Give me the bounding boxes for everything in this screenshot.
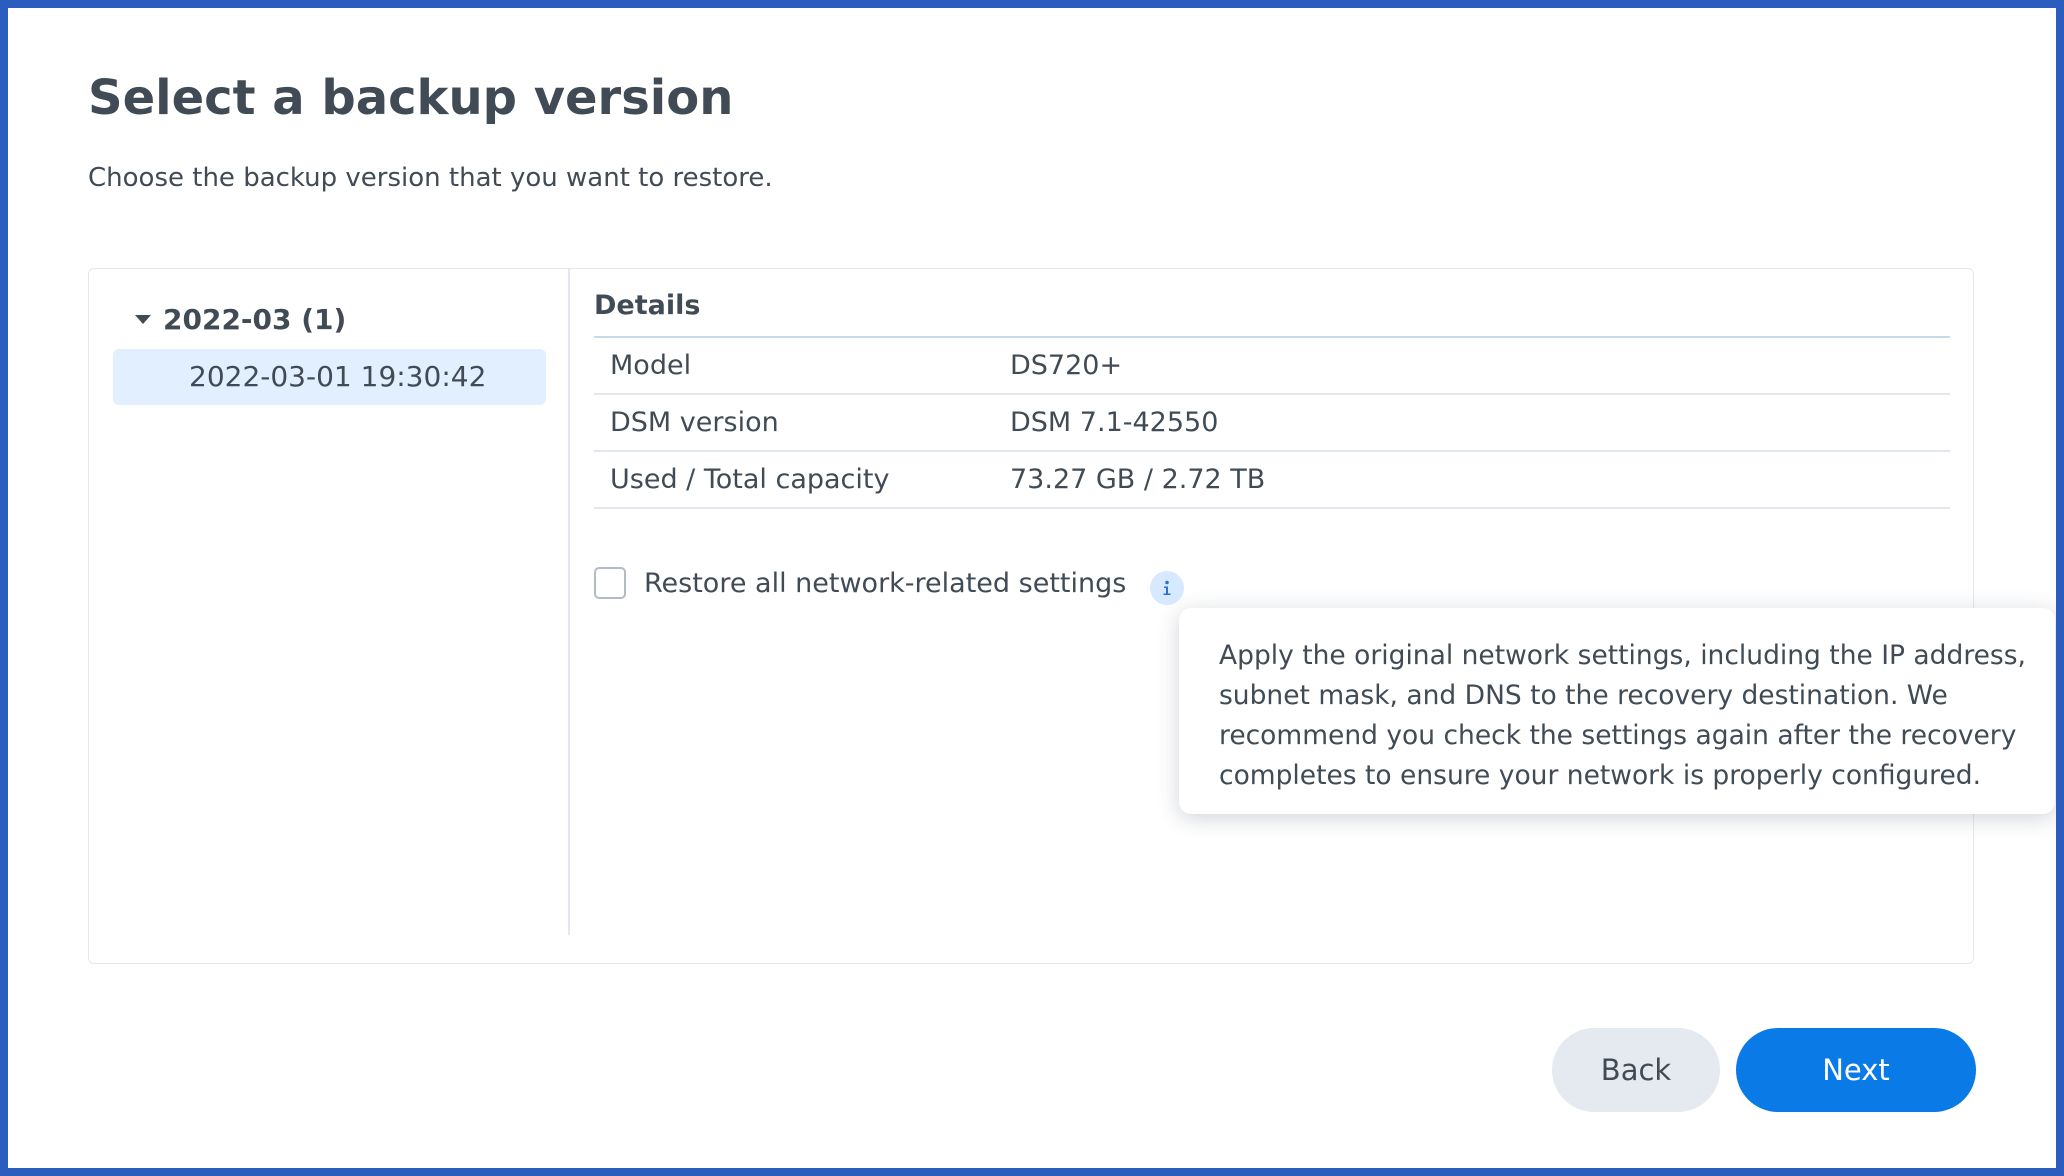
version-tree: 2022-03 (1) 2022-03-01 19:30:42 (89, 269, 570, 935)
restore-network-checkbox[interactable] (594, 567, 626, 599)
restore-network-option: Restore all network-related settings (594, 561, 1185, 605)
caret-down-icon[interactable] (135, 315, 151, 324)
details-table: Model DS720+ DSM version DSM 7.1-42550 U… (594, 336, 1950, 509)
info-glyph (1163, 580, 1171, 595)
next-button[interactable]: Next (1736, 1028, 1976, 1112)
details-header: Details (594, 290, 701, 321)
wizard-window: Select a backup version Choose the backu… (8, 8, 2056, 1168)
info-tooltip: Apply the original network settings, inc… (1179, 608, 2055, 814)
page-title: Select a backup version (88, 70, 734, 126)
tree-item-version[interactable]: 2022-03-01 19:30:42 (113, 349, 546, 405)
info-icon[interactable] (1150, 571, 1185, 605)
details-row-dsm-version: DSM version DSM 7.1-42550 (594, 395, 1950, 452)
details-key: Used / Total capacity (610, 464, 890, 495)
tree-group-2022-03[interactable]: 2022-03 (1) (135, 303, 346, 336)
details-value: DSM 7.1-42550 (1010, 407, 1219, 438)
tree-group-label: 2022-03 (1) (163, 303, 347, 336)
page-subtitle: Choose the backup version that you want … (88, 163, 773, 193)
details-row-capacity: Used / Total capacity 73.27 GB / 2.72 TB (594, 452, 1950, 509)
details-value: 73.27 GB / 2.72 TB (1010, 464, 1266, 495)
restore-network-label[interactable]: Restore all network-related settings (644, 568, 1126, 599)
details-key: DSM version (610, 407, 779, 438)
details-key: Model (610, 350, 692, 381)
details-row-model: Model DS720+ (594, 338, 1950, 395)
details-value: DS720+ (1010, 350, 1123, 381)
back-button[interactable]: Back (1552, 1028, 1720, 1112)
